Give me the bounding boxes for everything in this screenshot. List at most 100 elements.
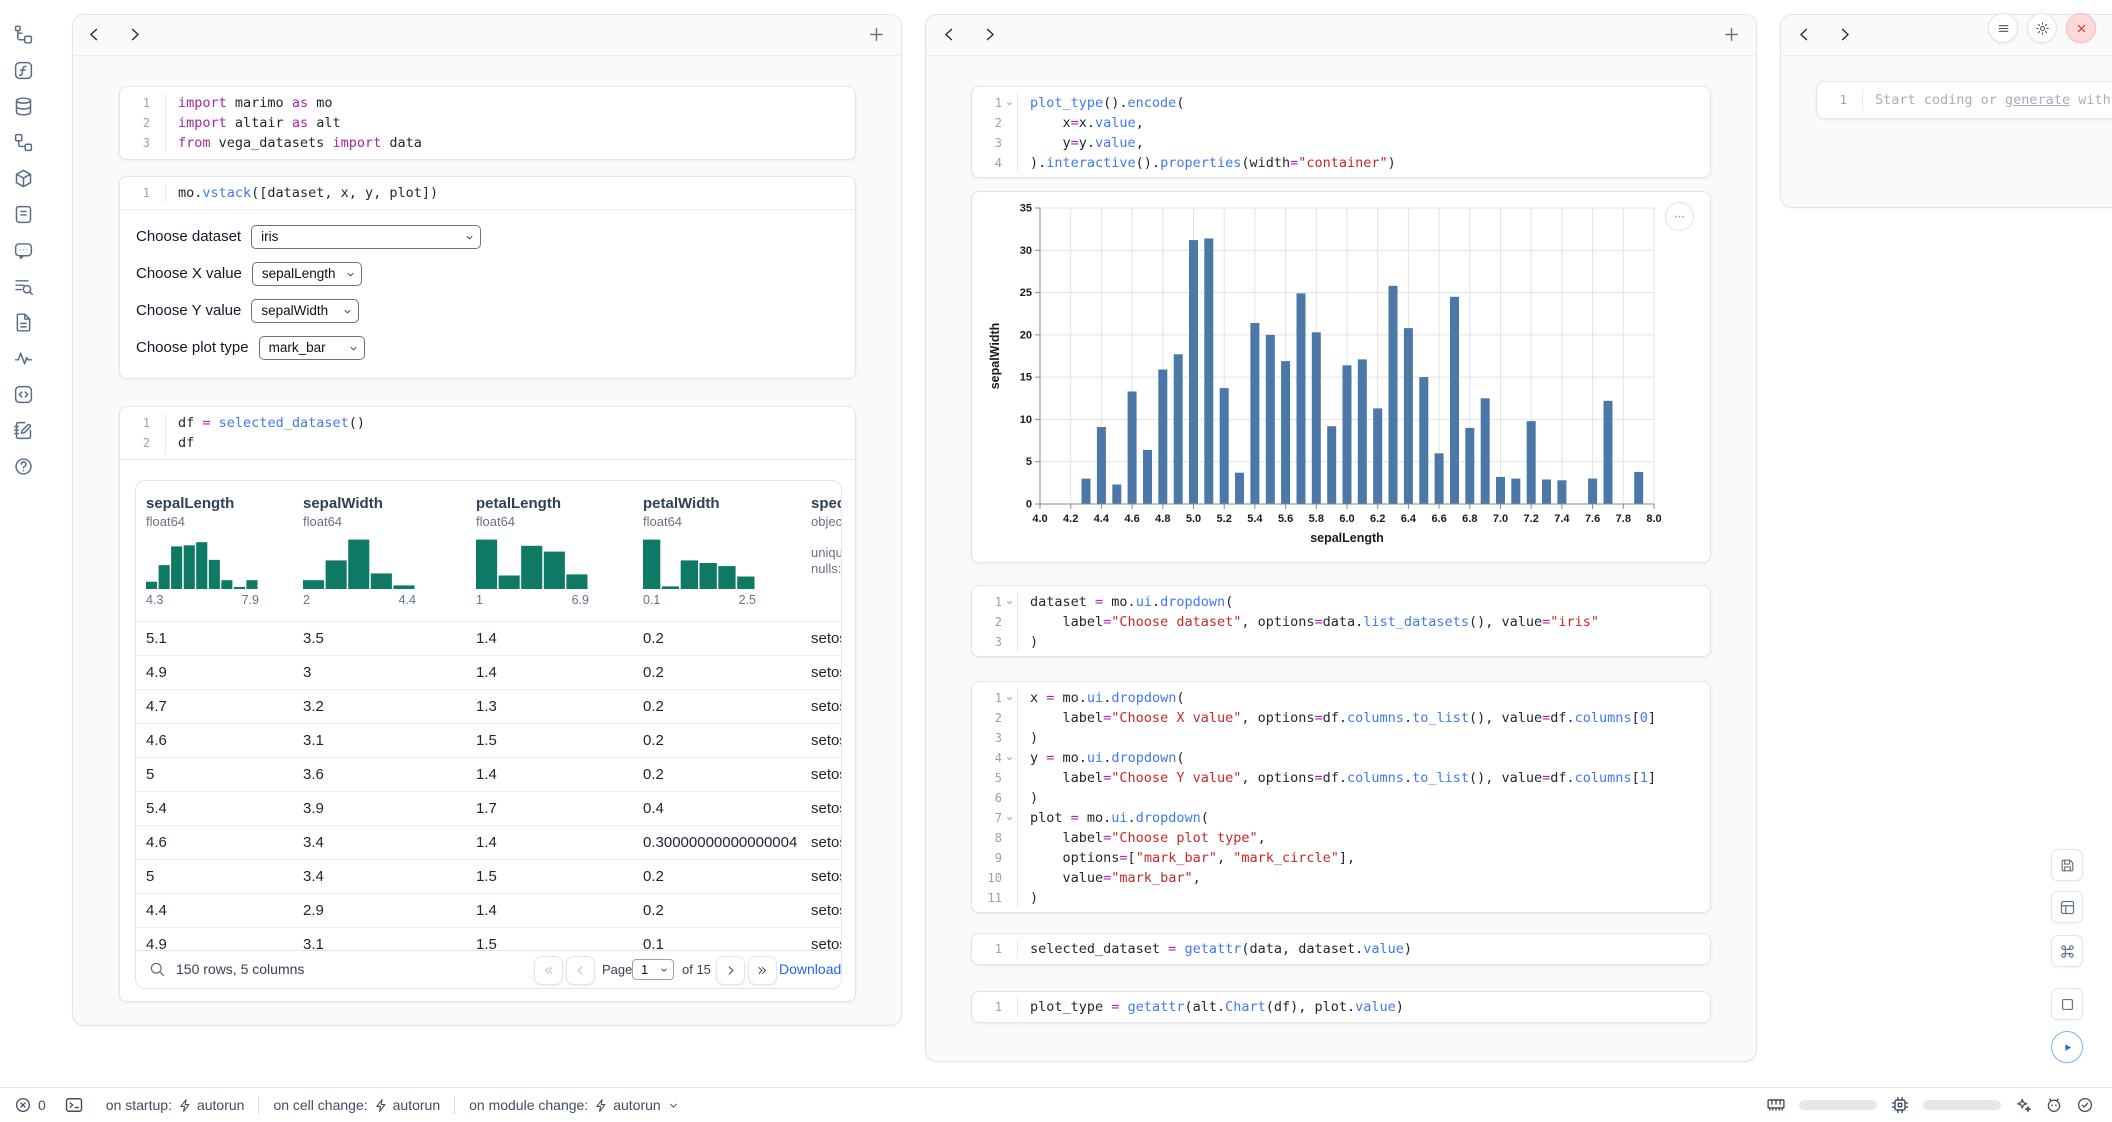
choose-dataset-select[interactable]: iris bbox=[251, 225, 481, 249]
table-row[interactable]: 4.63.41.40.30000000000000004setosa bbox=[136, 825, 841, 859]
code-cell-plot[interactable]: 1plot_type().encode(2 x=x.value,3 y=y.va… bbox=[971, 86, 1711, 178]
code-line[interactable]: 5 label="Choose Y value", options=df.col… bbox=[972, 768, 1710, 788]
code-line[interactable]: 4).interactive().properties(width="conta… bbox=[972, 153, 1710, 173]
package-icon[interactable] bbox=[13, 168, 34, 189]
code-line[interactable]: 11) bbox=[972, 888, 1710, 908]
table-row[interactable]: 53.61.40.2setosa bbox=[136, 757, 841, 791]
fold-chevron-icon[interactable] bbox=[1002, 694, 1017, 703]
code-cell-vstack[interactable]: 1mo.vstack([dataset, x, y, plot]) Choose… bbox=[119, 176, 856, 379]
code-line[interactable]: 1plot_type = getattr(alt.Chart(df), plot… bbox=[972, 997, 1710, 1017]
scratchpad-button[interactable] bbox=[2051, 988, 2083, 1020]
next-page-button[interactable] bbox=[716, 956, 745, 985]
column-header[interactable]: petalLength bbox=[476, 495, 626, 512]
nav-back-icon[interactable] bbox=[1795, 25, 1814, 44]
run-button[interactable] bbox=[2051, 1031, 2083, 1063]
close-button[interactable] bbox=[2066, 13, 2096, 43]
code-cell-dataset-dropdown[interactable]: 1dataset = mo.ui.dropdown(2 label="Choos… bbox=[971, 585, 1711, 657]
on-module-change-setting[interactable]: on module change: autorun bbox=[469, 1097, 680, 1113]
code-line[interactable]: 1selected_dataset = getattr(data, datase… bbox=[972, 939, 1710, 959]
database-icon[interactable] bbox=[13, 96, 34, 117]
help-circle-icon[interactable] bbox=[13, 456, 34, 477]
code-line[interactable]: 1dataset = mo.ui.dropdown( bbox=[972, 592, 1710, 612]
file-text-icon[interactable] bbox=[13, 312, 34, 333]
column-histogram[interactable] bbox=[146, 537, 259, 589]
error-indicator[interactable]: 0 bbox=[14, 1096, 46, 1114]
connection-status-icon[interactable] bbox=[2076, 1096, 2094, 1114]
table-row[interactable]: 5.13.51.40.2setosa bbox=[136, 621, 841, 655]
code-line[interactable]: 8 label="Choose plot type", bbox=[972, 828, 1710, 848]
download-button[interactable]: Download bbox=[779, 951, 842, 988]
prev-page-button[interactable] bbox=[566, 956, 595, 985]
add-cell-icon[interactable] bbox=[866, 24, 887, 45]
code-cell-imports[interactable]: 1import marimo as mo2import altair as al… bbox=[119, 86, 856, 160]
code-line[interactable]: 3 y=y.value, bbox=[972, 133, 1710, 153]
nav-forward-icon[interactable] bbox=[1835, 25, 1854, 44]
first-page-button[interactable] bbox=[534, 956, 563, 985]
app-view-button[interactable] bbox=[2051, 891, 2083, 923]
bar-chart[interactable]: 4.04.24.44.64.85.05.25.45.65.86.06.26.46… bbox=[986, 198, 1676, 555]
column-header[interactable]: species bbox=[811, 495, 842, 512]
fold-chevron-icon[interactable] bbox=[1002, 99, 1017, 108]
activity-icon[interactable] bbox=[13, 348, 34, 369]
table-row[interactable]: 4.73.21.30.2setosa bbox=[136, 689, 841, 723]
code-line[interactable]: 3from vega_datasets import data bbox=[120, 133, 855, 153]
save-button[interactable] bbox=[2051, 849, 2083, 881]
code-line[interactable]: 1df = selected_dataset() bbox=[120, 413, 855, 433]
code-square-icon[interactable] bbox=[13, 384, 34, 405]
nav-back-icon[interactable] bbox=[940, 25, 959, 44]
code-line[interactable]: 2 x=x.value, bbox=[972, 113, 1710, 133]
table-row[interactable]: 4.63.11.50.2setosa bbox=[136, 723, 841, 757]
fold-chevron-icon[interactable] bbox=[1002, 598, 1017, 607]
empty-code-cell[interactable]: 1Start coding or generate with AI bbox=[1816, 81, 2112, 119]
search-icon[interactable] bbox=[148, 960, 166, 978]
code-line[interactable]: 1import marimo as mo bbox=[120, 93, 855, 113]
code-line[interactable]: 6) bbox=[972, 788, 1710, 808]
on-startup-setting[interactable]: on startup: autorun bbox=[106, 1097, 245, 1113]
nav-forward-icon[interactable] bbox=[125, 25, 144, 44]
code-line[interactable]: 1mo.vstack([dataset, x, y, plot]) bbox=[120, 183, 855, 203]
column-histogram[interactable] bbox=[643, 537, 756, 589]
code-line[interactable]: 3) bbox=[972, 632, 1710, 652]
list-search-icon[interactable] bbox=[13, 276, 34, 297]
code-line[interactable]: 2 label="Choose dataset", options=data.l… bbox=[972, 612, 1710, 632]
ai-sparkles-icon[interactable] bbox=[2014, 1096, 2032, 1114]
page-select[interactable]: 1 bbox=[632, 959, 674, 980]
chart-actions-icon[interactable] bbox=[1665, 202, 1694, 231]
table-row[interactable]: 53.41.50.2setosa bbox=[136, 859, 841, 893]
code-line[interactable]: 2df bbox=[120, 433, 855, 453]
column-header[interactable]: sepalWidth bbox=[303, 495, 453, 512]
on-cell-change-setting[interactable]: on cell change: autorun bbox=[273, 1097, 440, 1113]
code-line[interactable]: 3) bbox=[972, 728, 1710, 748]
code-line[interactable]: 1plot_type().encode( bbox=[972, 93, 1710, 113]
workflow-icon[interactable] bbox=[13, 132, 34, 153]
code-line[interactable]: 7plot = mo.ui.dropdown( bbox=[972, 808, 1710, 828]
choose-y-value-select[interactable]: sepalWidth bbox=[251, 299, 359, 323]
nav-back-icon[interactable] bbox=[85, 25, 104, 44]
column-header[interactable]: petalWidth bbox=[643, 495, 793, 512]
add-cell-icon[interactable] bbox=[1721, 24, 1742, 45]
marimo-runtime-icon[interactable] bbox=[2045, 1096, 2063, 1114]
column-histogram[interactable] bbox=[303, 537, 416, 589]
code-line[interactable]: 9 options=["mark_bar", "mark_circle"], bbox=[972, 848, 1710, 868]
choose-x-value-select[interactable]: sepalLength bbox=[252, 262, 362, 286]
code-cell-plot-type[interactable]: 1plot_type = getattr(alt.Chart(df), plot… bbox=[971, 991, 1711, 1023]
notebook-pen-icon[interactable] bbox=[13, 420, 34, 441]
chat-icon[interactable] bbox=[13, 240, 34, 261]
last-page-button[interactable] bbox=[748, 956, 777, 985]
table-row[interactable]: 4.931.40.2setosa bbox=[136, 655, 841, 689]
fold-chevron-icon[interactable] bbox=[1002, 754, 1017, 763]
code-line[interactable]: 2 label="Choose X value", options=df.col… bbox=[972, 708, 1710, 728]
column-header[interactable]: sepalLength bbox=[146, 495, 296, 512]
code-line[interactable]: 10 value="mark_bar", bbox=[972, 868, 1710, 888]
chart-cell[interactable]: 4.04.24.44.64.85.05.25.45.65.86.06.26.46… bbox=[971, 191, 1711, 563]
scroll-text-icon[interactable] bbox=[13, 204, 34, 225]
choose-plot-type-select[interactable]: mark_bar bbox=[259, 336, 365, 360]
code-line[interactable]: 2import altair as alt bbox=[120, 113, 855, 133]
file-tree-icon[interactable] bbox=[13, 24, 34, 45]
code-cell-selected-dataset[interactable]: 1selected_dataset = getattr(data, datase… bbox=[971, 933, 1711, 965]
code-cell-dataframe[interactable]: 1df = selected_dataset()2df sepalLengthf… bbox=[119, 406, 856, 1002]
table-row[interactable]: 4.42.91.40.2setosa bbox=[136, 893, 841, 927]
keyboard-shortcuts-button[interactable] bbox=[2051, 935, 2083, 967]
table-row[interactable]: 5.43.91.70.4setosa bbox=[136, 791, 841, 825]
menu-button[interactable] bbox=[1988, 13, 2018, 43]
